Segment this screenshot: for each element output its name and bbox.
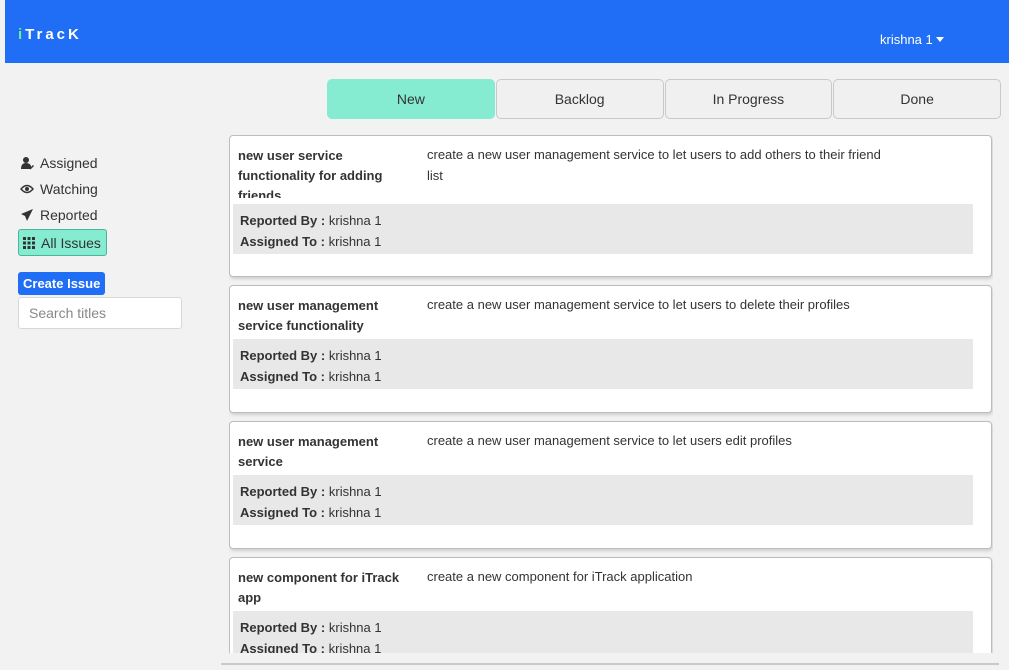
issue-title: new user management service functionalit… <box>238 298 379 333</box>
reported-by-value: krishna 1 <box>328 348 382 363</box>
search-input[interactable] <box>18 297 182 329</box>
issue-card[interactable]: new user management service functionalit… <box>229 285 992 413</box>
issue-description: create a new user management service to … <box>427 297 850 312</box>
tab-in-progress[interactable]: In Progress <box>664 79 833 119</box>
issue-meta: Reported By : krishna 1 Assigned To : kr… <box>233 339 973 389</box>
user-menu[interactable]: krishna 1 <box>880 32 944 47</box>
scroll-bottom-divider <box>221 663 999 665</box>
user-name: krishna 1 <box>880 32 933 47</box>
status-tabs: New Backlog In Progress Done <box>327 79 1002 119</box>
issue-description: create a new user management service to … <box>427 433 792 448</box>
assigned-to-label: Assigned To : <box>240 234 325 249</box>
issue-meta: Reported By : krishna 1 Assigned To : kr… <box>233 204 973 254</box>
issue-card[interactable]: new component for iTrack app create a ne… <box>229 557 992 653</box>
issue-meta: Reported By : krishna 1 Assigned To : kr… <box>233 475 973 525</box>
paper-plane-icon <box>18 207 40 223</box>
assigned-to-value: krishna 1 <box>328 641 382 653</box>
assigned-to-value: krishna 1 <box>328 234 382 249</box>
reported-by-label: Reported By : <box>240 348 326 363</box>
user-check-icon <box>18 155 40 171</box>
assigned-to-label: Assigned To : <box>240 505 325 520</box>
issue-card[interactable]: new user service functionality for addin… <box>229 135 992 277</box>
issue-list: new user service functionality for addin… <box>229 135 993 653</box>
reported-by-label: Reported By : <box>240 620 326 635</box>
app-logo[interactable]: iTracK <box>18 26 82 43</box>
reported-by-value: krishna 1 <box>328 213 382 228</box>
assigned-to-value: krishna 1 <box>328 505 382 520</box>
tab-new[interactable]: New <box>327 79 495 119</box>
reported-by-row: Reported By : krishna 1 <box>240 617 973 638</box>
eye-icon <box>18 181 40 197</box>
issue-description: create a new user management service to … <box>427 147 881 183</box>
sidebar-item-label: Assigned <box>40 155 98 171</box>
tab-backlog[interactable]: Backlog <box>495 79 664 119</box>
sidebar-item-all-issues[interactable]: All Issues <box>18 229 107 256</box>
assigned-to-label: Assigned To : <box>240 369 325 384</box>
reported-by-row: Reported By : krishna 1 <box>240 345 973 366</box>
assigned-to-row: Assigned To : krishna 1 <box>240 366 973 387</box>
grid-icon <box>19 235 41 251</box>
reported-by-row: Reported By : krishna 1 <box>240 210 973 231</box>
sidebar-item-watching[interactable]: Watching <box>18 176 188 202</box>
top-navbar: iTracK krishna 1 <box>5 0 1009 63</box>
sidebar-item-label: Watching <box>40 181 98 197</box>
reported-by-label: Reported By : <box>240 213 326 228</box>
sidebar-item-label: All Issues <box>41 234 101 251</box>
issue-card[interactable]: new user management service create a new… <box>229 421 992 549</box>
brand-name: TracK <box>25 26 82 43</box>
assigned-to-value: krishna 1 <box>328 369 382 384</box>
sidebar-item-assigned[interactable]: Assigned <box>18 150 188 176</box>
assigned-to-row: Assigned To : krishna 1 <box>240 638 973 653</box>
reported-by-row: Reported By : krishna 1 <box>240 481 973 502</box>
sidebar-item-label: Reported <box>40 207 98 223</box>
issue-meta: Reported By : krishna 1 Assigned To : kr… <box>233 611 973 653</box>
issue-title: new component for iTrack app <box>238 570 400 605</box>
reported-by-label: Reported By : <box>240 484 326 499</box>
assigned-to-row: Assigned To : krishna 1 <box>240 231 973 252</box>
caret-down-icon <box>935 37 944 42</box>
assigned-to-label: Assigned To : <box>240 641 325 653</box>
assigned-to-row: Assigned To : krishna 1 <box>240 502 973 523</box>
issue-title: new user service functionality for addin… <box>238 148 383 198</box>
reported-by-value: krishna 1 <box>328 484 382 499</box>
issue-description: create a new component for iTrack applic… <box>427 569 693 584</box>
create-issue-button[interactable]: Create Issue <box>18 272 106 295</box>
reported-by-value: krishna 1 <box>328 620 382 635</box>
issue-title: new user management service <box>238 434 379 469</box>
sidebar-item-reported[interactable]: Reported <box>18 202 188 228</box>
tab-done[interactable]: Done <box>833 79 1001 119</box>
sidebar: Assigned Watching Reported All Issues Cr… <box>18 150 188 329</box>
